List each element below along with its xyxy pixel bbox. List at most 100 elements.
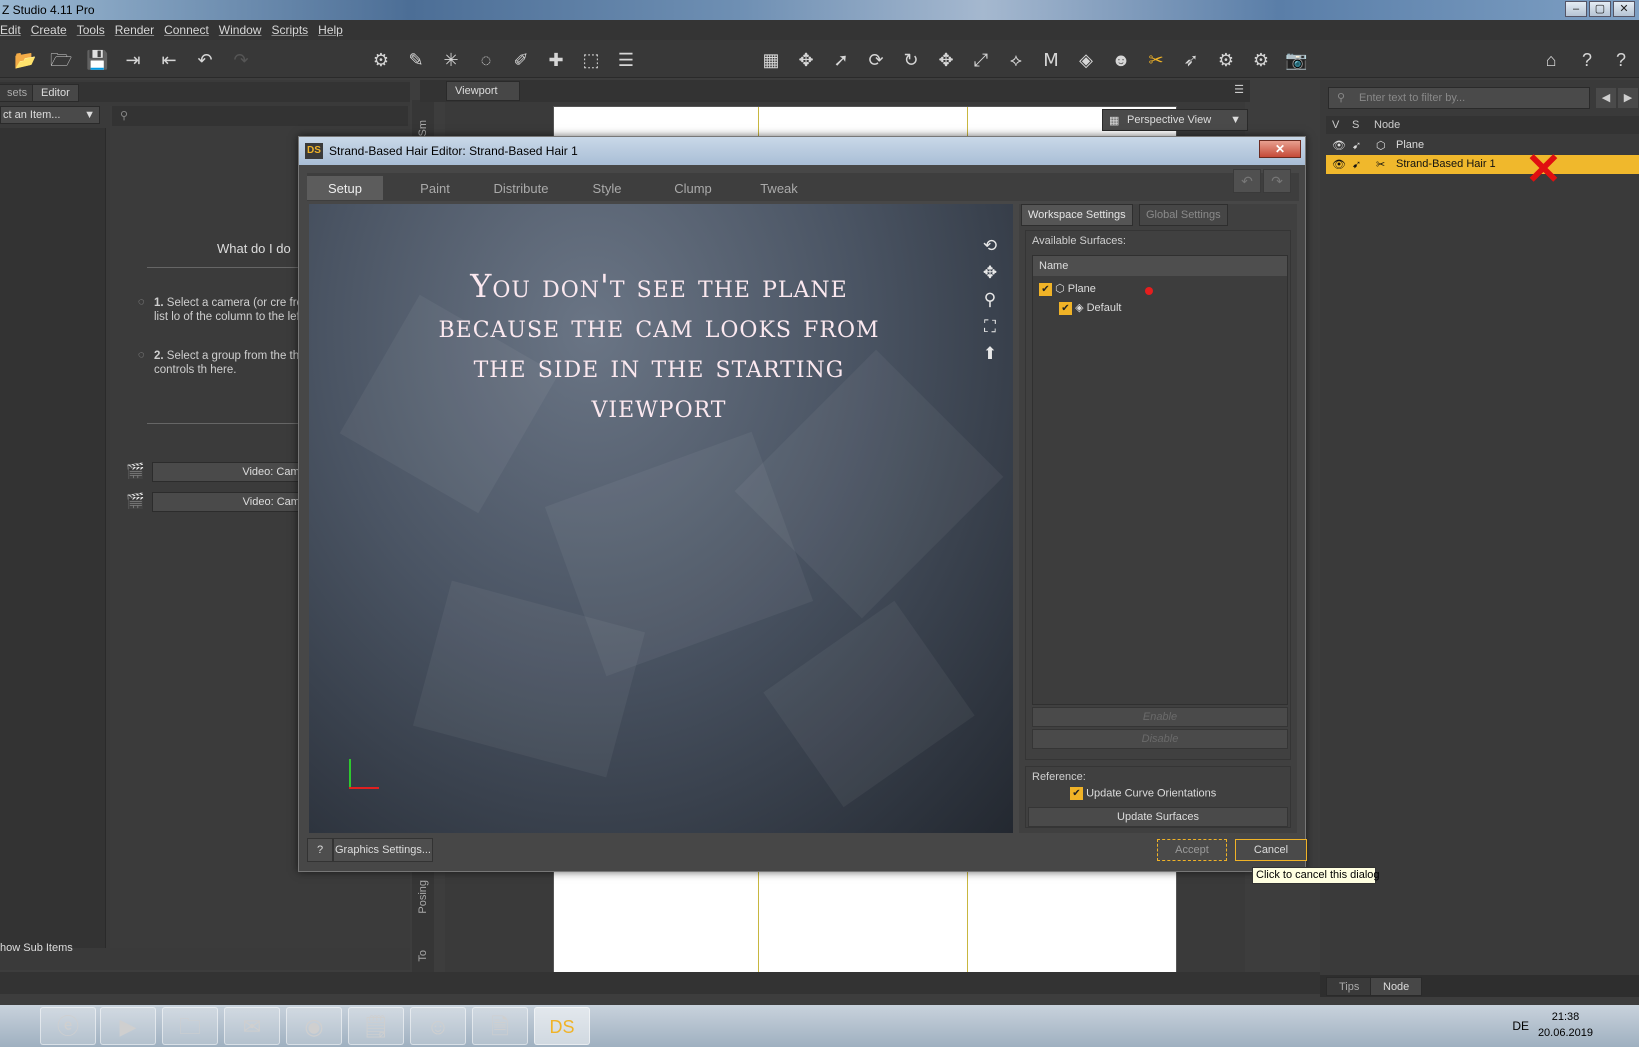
- side-label-top[interactable]: Sm: [417, 120, 429, 137]
- menu-tools[interactable]: Tools: [77, 23, 105, 37]
- close-window-button[interactable]: ✕: [1613, 1, 1635, 17]
- scene-node-row-selected[interactable]: 👁 ➹ ✂ Strand-Based Hair 1: [1326, 155, 1639, 174]
- file-explorer-icon[interactable]: 🗀: [162, 1007, 218, 1045]
- redo-icon[interactable]: ↷: [230, 49, 252, 71]
- render-settings-icon[interactable]: ⚙: [1215, 49, 1237, 71]
- menu-window[interactable]: Window: [219, 23, 262, 37]
- side-label-posing[interactable]: Posing: [417, 880, 429, 914]
- frame-icon[interactable]: ⛶: [977, 317, 1003, 344]
- render-icon[interactable]: ⚙: [1250, 49, 1272, 71]
- surface-tool-icon[interactable]: ◈: [1075, 49, 1097, 71]
- col-node[interactable]: Node: [1374, 119, 1400, 131]
- undo-icon[interactable]: ↶: [194, 49, 216, 71]
- item-selector[interactable]: ct an Item... ▼: [0, 106, 100, 124]
- light-tool-icon[interactable]: ✳: [440, 49, 462, 71]
- rotate-tool-icon[interactable]: ↻: [900, 49, 922, 71]
- language-indicator[interactable]: DE: [1512, 1019, 1529, 1033]
- tab-workspace-settings[interactable]: Workspace Settings: [1021, 204, 1133, 226]
- tab-clump[interactable]: Clump: [653, 176, 733, 200]
- translate-tool-icon[interactable]: ✥: [935, 49, 957, 71]
- col-visible[interactable]: V: [1332, 119, 1339, 131]
- zoom-icon[interactable]: ⚲: [977, 290, 1003, 317]
- transform-tool-icon[interactable]: ⟡: [1005, 49, 1027, 71]
- hair-tool-icon[interactable]: ✂: [1145, 49, 1167, 71]
- surfaces-col-name[interactable]: Name: [1033, 256, 1287, 276]
- universal-tool-icon[interactable]: ✥: [795, 49, 817, 71]
- pin-tool-icon[interactable]: ✐: [510, 49, 532, 71]
- surface-row-plane[interactable]: ✔ ⬡ Plane: [1039, 282, 1096, 296]
- orbit-icon[interactable]: ⟲: [977, 236, 1003, 263]
- system-clock[interactable]: 21:38 20.06.2019: [1538, 1009, 1593, 1041]
- side-label-tools[interactable]: To: [417, 950, 429, 962]
- scene-filter-input[interactable]: ⚲ Enter text to filter by...: [1328, 87, 1590, 109]
- checkbox-checked-icon[interactable]: ✔: [1059, 301, 1072, 315]
- menu-help[interactable]: Help: [318, 23, 343, 37]
- checkbox-checked-icon[interactable]: ✔: [1039, 282, 1052, 296]
- notes-icon[interactable]: 🗒: [348, 1007, 404, 1045]
- tab-presets[interactable]: sets: [0, 84, 37, 102]
- eye-icon[interactable]: 👁: [1332, 139, 1346, 152]
- merge-file-icon[interactable]: 🗁: [50, 49, 72, 71]
- undo-icon[interactable]: ↶: [1233, 169, 1261, 193]
- tab-paint[interactable]: Paint: [395, 176, 475, 200]
- panel-menu-icon[interactable]: ☰: [1234, 83, 1244, 96]
- daz-studio-icon[interactable]: DS: [534, 1007, 590, 1045]
- tab-viewport[interactable]: Viewport: [446, 81, 520, 101]
- checkbox-checked-icon[interactable]: ✔: [1070, 787, 1083, 800]
- minimize-button[interactable]: –: [1565, 1, 1587, 17]
- surface-row-default[interactable]: ✔ ◈ Default: [1059, 301, 1121, 315]
- export-icon[interactable]: ⇤: [158, 49, 180, 71]
- disable-button[interactable]: Disable: [1032, 729, 1288, 749]
- camera-icon[interactable]: 📷: [1285, 49, 1307, 71]
- help-button[interactable]: ?: [307, 838, 333, 862]
- document-icon[interactable]: 🗎: [472, 1007, 528, 1045]
- accept-button[interactable]: Accept: [1157, 839, 1227, 861]
- joint-editor-icon[interactable]: ✎: [405, 49, 427, 71]
- save-icon[interactable]: 💾: [86, 49, 108, 71]
- menu-scripts[interactable]: Scripts: [271, 23, 308, 37]
- figure-tool-icon[interactable]: ☻: [1110, 49, 1132, 71]
- thunderbird-icon[interactable]: ✉: [224, 1007, 280, 1045]
- menu-edit[interactable]: Edit: [0, 23, 21, 37]
- discord-icon[interactable]: ☺: [410, 1007, 466, 1045]
- reset-view-icon[interactable]: ⬆: [977, 344, 1003, 371]
- menu-render[interactable]: Render: [115, 23, 154, 37]
- figure-setup-icon[interactable]: ⚙: [370, 49, 392, 71]
- graphics-settings-button[interactable]: Graphics Settings...: [333, 838, 433, 862]
- menu-connect[interactable]: Connect: [164, 23, 209, 37]
- eye-icon[interactable]: 👁: [1332, 158, 1346, 171]
- arrow-left-icon[interactable]: ◀: [1596, 88, 1616, 108]
- tab-node[interactable]: Node: [1370, 977, 1423, 996]
- menu-create[interactable]: Create: [31, 23, 67, 37]
- tab-setup[interactable]: Setup: [307, 176, 383, 200]
- enable-button[interactable]: Enable: [1032, 707, 1288, 727]
- tab-distribute[interactable]: Distribute: [481, 176, 561, 200]
- tab-style[interactable]: Style: [567, 176, 647, 200]
- cursor-icon[interactable]: ➹: [1352, 158, 1361, 171]
- open-file-icon[interactable]: 📂: [14, 49, 36, 71]
- node-selection-icon[interactable]: ➚: [830, 49, 852, 71]
- cancel-button[interactable]: Cancel: [1235, 839, 1307, 861]
- node-weight-icon[interactable]: ✚: [545, 49, 567, 71]
- tab-global-settings[interactable]: Global Settings: [1139, 204, 1228, 226]
- editor-search[interactable]: ⚲: [112, 106, 408, 126]
- morph-tool-icon[interactable]: Ⅿ: [1040, 49, 1062, 71]
- grid-icon[interactable]: ▦: [760, 49, 782, 71]
- whats-this-icon[interactable]: ?: [1576, 49, 1598, 71]
- redo-icon[interactable]: ↷: [1263, 169, 1291, 193]
- update-orientations-checkbox[interactable]: ✔ Update Curve Orientations: [1070, 787, 1216, 800]
- geometry-tool-icon[interactable]: ◌: [475, 49, 497, 71]
- hair-editor-viewport[interactable]: You don't see the plane because the cam …: [309, 204, 1013, 833]
- tab-tweak[interactable]: Tweak: [739, 176, 819, 200]
- tab-editor[interactable]: Editor: [32, 84, 79, 102]
- import-icon[interactable]: ⇥: [122, 49, 144, 71]
- item-list-column[interactable]: [0, 128, 106, 948]
- region-nav-icon[interactable]: ➶: [1180, 49, 1202, 71]
- tab-tips[interactable]: Tips: [1326, 977, 1373, 996]
- col-selectable[interactable]: S: [1352, 119, 1359, 131]
- perspective-view-select[interactable]: ▦ Perspective View ▼: [1102, 109, 1248, 131]
- media-player-icon[interactable]: ▶: [100, 1007, 156, 1045]
- scene-node-row[interactable]: 👁 ➹ ⬡ Plane: [1326, 136, 1639, 155]
- maximize-button[interactable]: ▢: [1589, 1, 1611, 17]
- arrow-right-icon[interactable]: ▶: [1618, 88, 1638, 108]
